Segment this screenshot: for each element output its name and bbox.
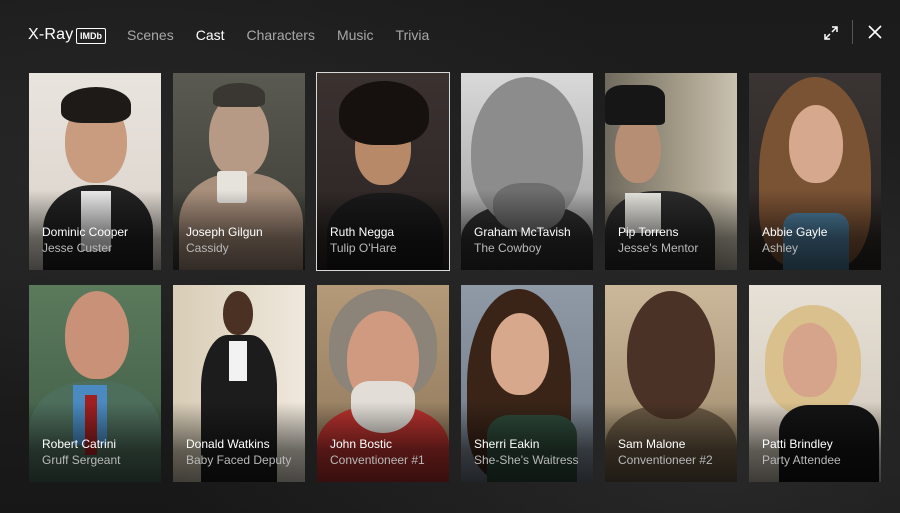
character-name: Gruff Sergeant bbox=[42, 453, 121, 467]
cast-card-john-bostic[interactable]: John Bostic Conventioneer #1 bbox=[317, 285, 449, 482]
expand-icon[interactable] bbox=[822, 24, 840, 42]
cast-card-sam-malone[interactable]: Sam Malone Conventioneer #2 bbox=[605, 285, 737, 482]
character-name: Baby Faced Deputy bbox=[186, 453, 292, 467]
actor-name: Pip Torrens bbox=[618, 225, 679, 239]
actor-name: Robert Catrini bbox=[42, 437, 117, 451]
character-name: Ashley bbox=[762, 241, 799, 255]
actor-name: Ruth Negga bbox=[330, 225, 395, 239]
actor-name: Sherri Eakin bbox=[474, 437, 540, 451]
tab-trivia[interactable]: Trivia bbox=[396, 27, 430, 43]
actor-name: Abbie Gayle bbox=[762, 225, 828, 239]
cast-grid: Dominic Cooper Jesse Custer Joseph Gilgu… bbox=[29, 72, 883, 482]
character-name: She-She's Waitress bbox=[474, 453, 579, 467]
cast-card-graham-mctavish[interactable]: Graham McTavish The Cowboy bbox=[461, 73, 593, 270]
actor-name: John Bostic bbox=[330, 437, 393, 451]
cast-card-sherri-eakin[interactable]: Sherri Eakin She-She's Waitress bbox=[461, 285, 593, 482]
actor-name: Dominic Cooper bbox=[42, 225, 129, 239]
actor-name: Patti Brindley bbox=[762, 437, 833, 451]
imdb-badge: IMDb bbox=[76, 28, 106, 44]
cast-card-ruth-negga[interactable]: Ruth Negga Tulip O'Hare bbox=[316, 72, 450, 271]
cast-card-donald-watkins[interactable]: Donald Watkins Baby Faced Deputy bbox=[173, 285, 305, 482]
tab-characters[interactable]: Characters bbox=[247, 27, 315, 43]
character-name: Party Attendee bbox=[762, 453, 841, 467]
cast-card-joseph-gilgun[interactable]: Joseph Gilgun Cassidy bbox=[173, 73, 305, 270]
character-name: Tulip O'Hare bbox=[330, 241, 397, 255]
xray-title: X-Ray bbox=[28, 26, 74, 43]
top-bar: X-Ray IMDb Scenes Cast Characters Music … bbox=[0, 0, 900, 62]
actor-name: Graham McTavish bbox=[474, 225, 571, 239]
cast-card-abbie-gayle[interactable]: Abbie Gayle Ashley bbox=[749, 73, 881, 270]
character-name: Jesse Custer bbox=[42, 241, 113, 255]
character-name: Conventioneer #2 bbox=[618, 453, 713, 467]
header-divider bbox=[852, 20, 853, 44]
character-name: The Cowboy bbox=[474, 241, 542, 255]
tab-bar: Scenes Cast Characters Music Trivia bbox=[127, 27, 451, 43]
actor-name: Joseph Gilgun bbox=[186, 225, 263, 239]
cast-card-patti-brindley[interactable]: Patti Brindley Party Attendee bbox=[749, 285, 881, 482]
character-name: Jesse's Mentor bbox=[618, 241, 699, 255]
cast-card-pip-torrens[interactable]: Pip Torrens Jesse's Mentor bbox=[605, 73, 737, 270]
tab-music[interactable]: Music bbox=[337, 27, 374, 43]
tab-cast[interactable]: Cast bbox=[196, 27, 225, 43]
tab-scenes[interactable]: Scenes bbox=[127, 27, 174, 43]
character-name: Cassidy bbox=[186, 241, 229, 255]
cast-card-robert-catrini[interactable]: Robert Catrini Gruff Sergeant bbox=[29, 285, 161, 482]
close-icon[interactable] bbox=[866, 23, 884, 41]
cast-card-dominic-cooper[interactable]: Dominic Cooper Jesse Custer bbox=[29, 73, 161, 270]
xray-screen: X-Ray IMDb Scenes Cast Characters Music … bbox=[0, 0, 900, 513]
actor-name: Donald Watkins bbox=[186, 437, 270, 451]
character-name: Conventioneer #1 bbox=[330, 453, 425, 467]
actor-name: Sam Malone bbox=[618, 437, 686, 451]
